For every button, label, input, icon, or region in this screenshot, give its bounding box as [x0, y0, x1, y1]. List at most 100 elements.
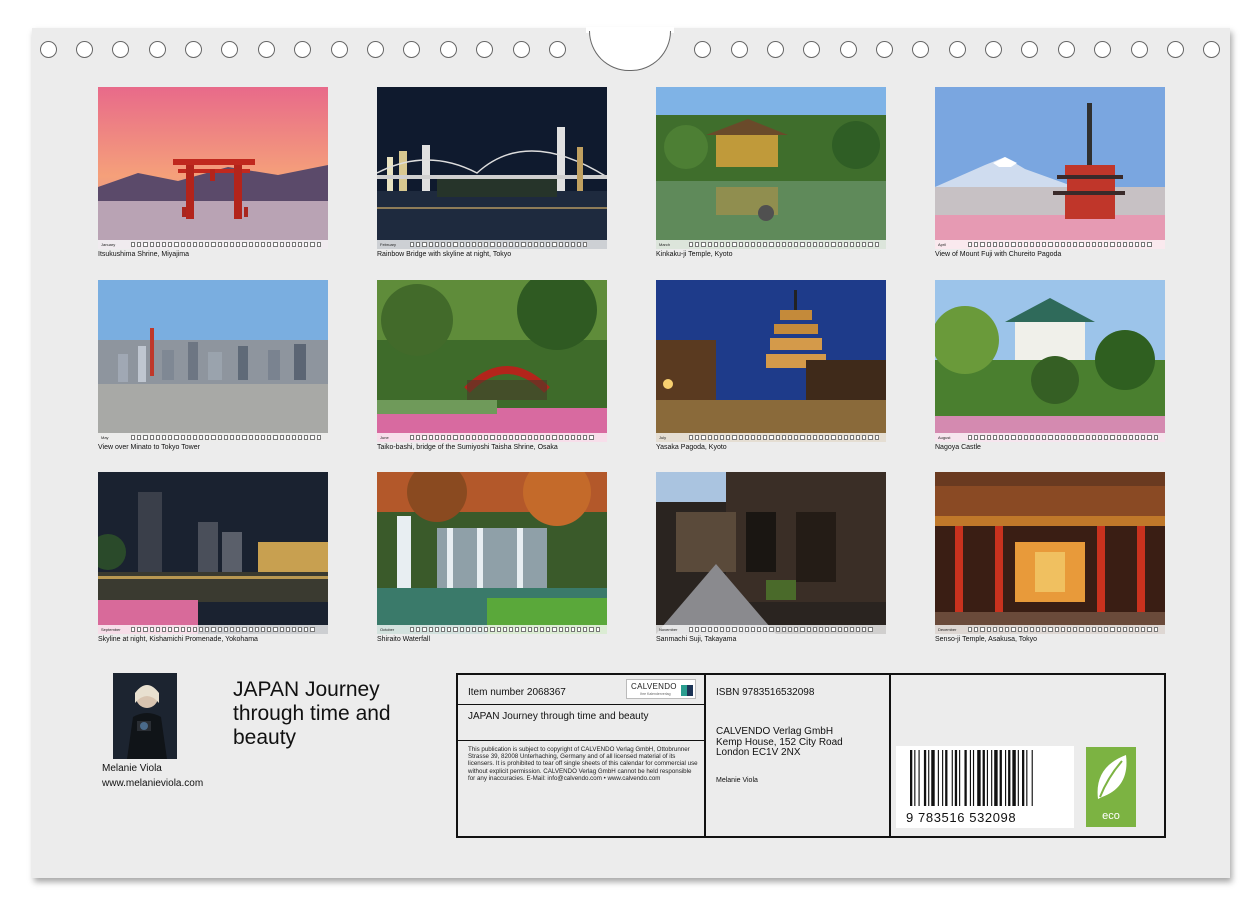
day-cell [1153, 435, 1158, 440]
day-cell [131, 627, 136, 632]
day-cell [998, 627, 1004, 632]
isbn: ISBN 9783516532098 [716, 687, 815, 698]
day-cell [533, 242, 538, 247]
day-cell [1116, 242, 1121, 247]
day-cell [174, 627, 179, 632]
product-info-box: Item number 2068367 CALVENDO Ihre Kalend… [456, 673, 1166, 838]
day-cell [732, 627, 737, 632]
photo-caption: Senso-ji Temple, Asakusa, Tokyo [935, 636, 1038, 643]
month-calendar-strip: January [98, 240, 328, 249]
day-cell [428, 242, 433, 247]
day-cell [558, 435, 563, 440]
binding-hole [549, 41, 566, 58]
day-cell [775, 435, 780, 440]
day-cell [800, 627, 805, 632]
day-cell [1042, 627, 1047, 632]
day-cell [701, 627, 706, 632]
day-cell [552, 242, 557, 247]
day-cell [558, 242, 563, 247]
day-cell [310, 435, 315, 440]
day-cell [570, 435, 576, 440]
month-calendar-strip: August [935, 433, 1165, 442]
day-cell [422, 242, 427, 247]
binding-hole [185, 41, 202, 58]
day-cell [1147, 435, 1152, 440]
day-cell [1135, 435, 1140, 440]
day-cell [465, 627, 470, 632]
day-cell [769, 627, 774, 632]
day-cell [155, 627, 160, 632]
day-cell [1128, 435, 1134, 440]
month-name: March [659, 242, 671, 247]
day-cell [750, 435, 756, 440]
publisher-column: ISBN 9783516532098 CALVENDO Verlag GmbH … [706, 675, 891, 836]
day-cell [502, 435, 507, 440]
day-cell [1079, 435, 1084, 440]
day-cell [1122, 627, 1127, 632]
photo-june: June [377, 280, 607, 442]
day-cell [199, 435, 204, 440]
day-cell [998, 435, 1004, 440]
day-cell [149, 435, 154, 440]
publisher-name: CALVENDO Verlag GmbH [716, 726, 834, 737]
day-cell [279, 435, 284, 440]
month-name: June [380, 435, 389, 440]
barcode-digits: 9 783516 532098 [906, 810, 1017, 825]
day-cell [1122, 242, 1127, 247]
author-website-link[interactable]: www.melanieviola.com [102, 778, 203, 789]
day-cell [205, 435, 210, 440]
calendar-title: JAPAN Journey through time and beauty [233, 678, 443, 750]
day-cell [570, 627, 576, 632]
photo-caption: Taiko-bashi, bridge of the Sumiyoshi Tai… [377, 444, 558, 451]
day-cell [825, 435, 830, 440]
month-calendar-strip: December [935, 625, 1165, 634]
day-cell [490, 242, 495, 247]
day-cell [143, 627, 148, 632]
day-cell [465, 242, 470, 247]
day-cell [849, 435, 855, 440]
calvendo-mark-icon-2 [687, 685, 693, 696]
day-cell [750, 242, 756, 247]
title-line-2: through time and [233, 702, 391, 725]
day-cell [1097, 627, 1103, 632]
day-cell [701, 435, 706, 440]
photo-january: January [98, 87, 328, 249]
photo-september: September [98, 472, 328, 634]
photo-caption: Shiraito Waterfall [377, 636, 431, 643]
day-cell [236, 242, 241, 247]
day-cell [484, 242, 489, 247]
day-cell [775, 242, 780, 247]
day-cell [242, 627, 247, 632]
item-number: Item number 2068367 [468, 687, 566, 698]
day-cell [868, 242, 873, 247]
day-cell [968, 242, 973, 247]
day-cell [137, 627, 142, 632]
day-cell [484, 627, 489, 632]
day-cell [831, 242, 836, 247]
day-cell [812, 242, 817, 247]
day-cell [800, 242, 805, 247]
day-cell [812, 627, 817, 632]
day-cell [217, 435, 222, 440]
day-cell [478, 627, 483, 632]
day-cell [298, 242, 303, 247]
day-cell [968, 627, 973, 632]
month-name: July [659, 435, 667, 440]
day-cell [168, 242, 173, 247]
eco-label: eco [1102, 810, 1120, 822]
day-cell [719, 242, 725, 247]
day-cell [1054, 242, 1059, 247]
day-cell [174, 435, 179, 440]
month-calendar-strip: June [377, 433, 607, 442]
day-cell [1104, 242, 1109, 247]
day-cell [471, 242, 477, 247]
day-cell [831, 435, 836, 440]
product-info-column: Item number 2068367 CALVENDO Ihre Kalend… [458, 675, 706, 836]
month-name: April [938, 242, 947, 247]
day-cell [149, 242, 154, 247]
day-cell [738, 435, 743, 440]
day-cell [527, 242, 532, 247]
day-cell [1067, 242, 1072, 247]
binding-hole [221, 41, 238, 58]
day-cell [1141, 435, 1146, 440]
